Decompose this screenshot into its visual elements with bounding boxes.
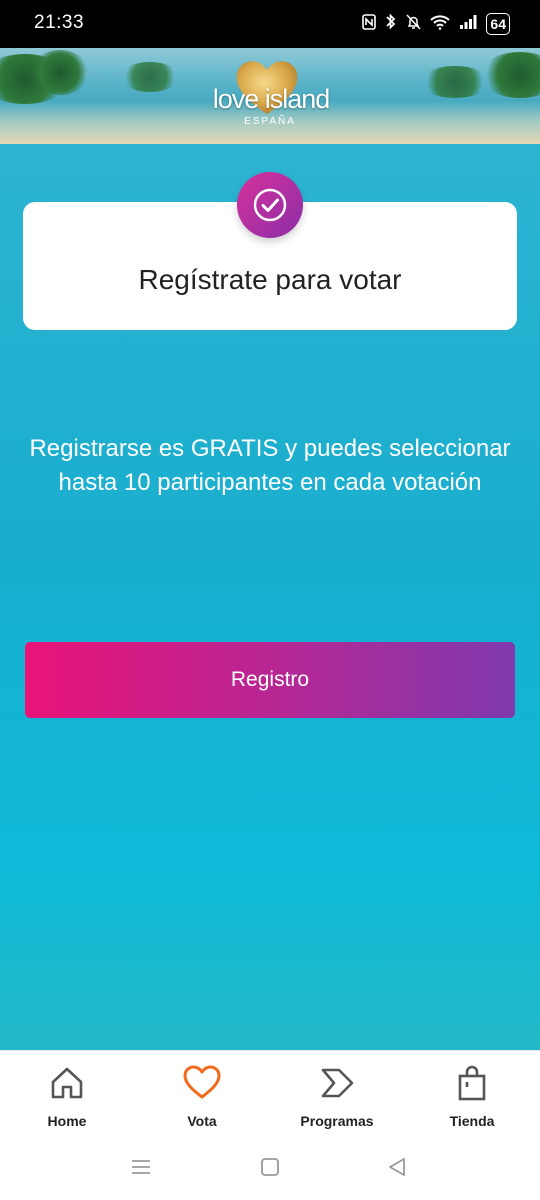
nav-item-vota[interactable]: Vota (142, 1063, 262, 1129)
nav-item-tienda[interactable]: Tienda (412, 1063, 532, 1129)
home-icon (51, 1067, 83, 1099)
status-time: 21:33 (34, 12, 85, 33)
logo-text: love island (212, 84, 331, 114)
signal-icon (459, 14, 477, 35)
nav-item-home[interactable]: Home (7, 1063, 127, 1129)
system-nav-bar (0, 1140, 540, 1200)
home-square-icon[interactable] (259, 1156, 281, 1178)
check-icon (253, 188, 287, 222)
logo-subtitle: ESPAÑA (244, 116, 296, 127)
info-line-2: hasta 10 participantes en cada votación (58, 469, 482, 496)
heart-icon (183, 1065, 221, 1099)
back-icon[interactable] (386, 1156, 408, 1178)
register-button[interactable]: Registro (25, 642, 515, 718)
nav-item-programas[interactable]: Programas (277, 1063, 397, 1129)
mute-bell-icon (406, 13, 421, 35)
nav-label-tienda: Tienda (449, 1113, 495, 1129)
love-island-logo: love island ESPAÑA (205, 54, 335, 138)
nav-label-vota: Vota (187, 1113, 217, 1129)
nav-label-home: Home (47, 1113, 87, 1129)
info-line-1: Registrarse es GRATIS y puedes seleccion… (29, 435, 511, 462)
battery-icon: 64 (486, 13, 510, 35)
header-banner: love island ESPAÑA (0, 48, 540, 144)
wifi-icon (430, 14, 451, 35)
bluetooth-icon (385, 13, 397, 35)
bottom-nav: Home Vota Programas Tienda (0, 1050, 540, 1140)
card-title: Regístrate para votar (138, 264, 402, 295)
status-bar: 21:33 64 (0, 0, 540, 48)
info-text: Registrarse es GRATIS y puedes seleccion… (0, 432, 540, 500)
main-content: Regístrate para votar Registrarse es GRA… (0, 144, 540, 1050)
menu-icon[interactable] (130, 1156, 152, 1178)
nav-label-programas: Programas (300, 1113, 374, 1129)
check-badge (237, 172, 303, 238)
nfc-icon (362, 13, 377, 35)
play-icon (321, 1068, 354, 1098)
shopping-bag-icon (458, 1065, 486, 1101)
status-icons: 64 (362, 13, 510, 35)
